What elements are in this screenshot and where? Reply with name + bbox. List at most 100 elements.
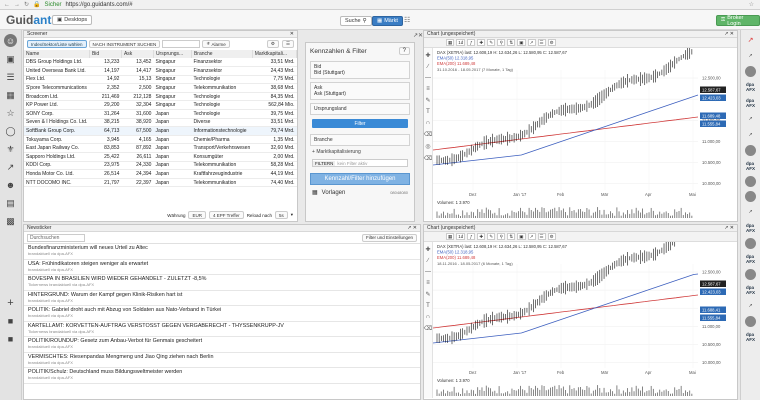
share-icon[interactable]: ↗ xyxy=(527,39,536,46)
star-icon[interactable]: ☆ xyxy=(5,107,17,119)
avatar[interactable] xyxy=(745,269,756,280)
filter-marketcap-row[interactable]: + Marktkapitalisierung xyxy=(312,149,408,155)
bell-icon[interactable]: ⚜ xyxy=(5,143,17,155)
window-controls-icon[interactable]: ↗ ✕ xyxy=(724,31,734,37)
avatar[interactable] xyxy=(745,191,756,202)
draw-icon[interactable]: ✎ xyxy=(487,233,496,240)
horizontal-line-icon[interactable]: — xyxy=(425,269,431,275)
horizontal-line-icon[interactable]: — xyxy=(425,75,431,81)
settings-gear-icon[interactable]: ⚙ xyxy=(547,39,556,46)
news-item[interactable]: POLITIK: Gabriel droht auch mit Abzug vo… xyxy=(24,306,420,322)
table-row[interactable]: KP Power Ltd. 29,200 32,304 Singapur Technol… xyxy=(24,100,297,111)
compare-icon[interactable]: ⇅ xyxy=(507,39,516,46)
reload-select[interactable]: 5s xyxy=(274,211,288,219)
instrument-search-input[interactable] xyxy=(162,40,201,48)
briefcase-icon[interactable]: ▩ xyxy=(5,215,17,227)
zoom-icon[interactable]: ⚲ xyxy=(497,233,506,240)
dpa-afx-logo[interactable]: dpa AFX xyxy=(744,81,758,93)
people-icon[interactable]: ☻ xyxy=(5,179,17,191)
add-icon[interactable]: + xyxy=(5,297,17,309)
share-icon[interactable]: ↗ xyxy=(527,233,536,240)
text-icon[interactable]: T xyxy=(426,303,430,309)
avatar[interactable] xyxy=(745,66,756,77)
lock-icon[interactable]: ◎ xyxy=(425,143,430,150)
markt-button[interactable]: ▦ Märkt xyxy=(372,16,403,26)
news-item[interactable]: VERMISCHTES: Riesenpandas Mengmeng und J… xyxy=(24,353,420,368)
list-icon[interactable]: ☰ xyxy=(5,71,17,83)
filter-select[interactable]: FILTERN kein Filter aktiv xyxy=(312,159,408,167)
chart-bottom-plot[interactable]: DAX (XETRA) last: 12.608,19 H: 12.634,26… xyxy=(433,242,737,398)
document-icon[interactable]: ▤ xyxy=(5,197,17,209)
calendar-icon[interactable]: ▦ xyxy=(5,89,17,101)
news-item[interactable]: POLITIK/Schulz: Deutschland muss Bildung… xyxy=(24,368,420,384)
layout-icon[interactable]: ☰ xyxy=(537,39,546,46)
globe-icon[interactable]: ◯ xyxy=(5,125,17,137)
back-arrow-icon[interactable]: ← xyxy=(4,2,10,8)
compare-icon[interactable]: ⇅ xyxy=(507,233,516,240)
filter-settings-button[interactable]: Filter und Einstellungen xyxy=(361,233,417,242)
crosshair-icon[interactable]: ✚ xyxy=(477,39,486,46)
fib-icon[interactable]: ≡ xyxy=(426,280,430,286)
table-row[interactable]: Broadcom Ltd. 211,469 212,128 Singapur Techn… xyxy=(24,92,297,102)
pencil-icon[interactable]: ✎ xyxy=(425,97,430,104)
url-bar[interactable]: https://go.guidants.com/# xyxy=(66,2,133,8)
templates-row[interactable]: ▦ Vorlagen 08048080 xyxy=(312,189,408,197)
table-row[interactable]: Tokuyama Corp. 3,945 4,165 Japan Chemie/Phar… xyxy=(24,135,297,145)
window-controls-icon[interactable]: ↗ ✕ xyxy=(407,225,417,231)
table-row[interactable]: Honda Motor Co. Ltd. 26,514 24,394 Japan Kra… xyxy=(24,169,297,179)
filter-field-bid[interactable]: Bid Bid (Stuttgart) xyxy=(310,61,410,79)
chart-type-icon[interactable]: ▦ xyxy=(446,39,455,46)
dpa-afx-logo[interactable]: dpa AFX xyxy=(744,222,758,234)
eraser-icon[interactable]: ⌫ xyxy=(424,325,432,332)
col-header-country[interactable]: Ursprungs... xyxy=(153,50,192,58)
news-search-input[interactable]: Durchsuchen xyxy=(27,233,85,242)
alarm-button[interactable]: ⚜ Alarme xyxy=(202,40,230,48)
dpa-afx-logo[interactable]: dpa AFX xyxy=(744,253,758,265)
col-header-bid[interactable]: Bid xyxy=(89,50,122,58)
draw-icon[interactable]: ✎ xyxy=(487,39,496,46)
table-row[interactable]: KDDI Corp. 23,975 24,330 Japan Telekommunika… xyxy=(24,161,297,171)
news-item[interactable]: POLITIK/ROUNDUP: Gesetz zum Anbau-Verbot… xyxy=(24,337,420,353)
search-button[interactable]: Suche ⚲ xyxy=(340,16,372,26)
news-item[interactable]: USA: Frühindikatoren steigen weniger als… xyxy=(24,260,420,275)
pencil-icon[interactable]: ✎ xyxy=(425,291,430,298)
filter-field-ask[interactable]: Ask Ask (Stuttgart) xyxy=(310,82,410,100)
news-item[interactable]: BOVESPA IN BRASILIEN WIRD WIEDER GEHANDE… xyxy=(24,275,420,291)
col-header-ask[interactable]: Ask xyxy=(121,50,154,58)
magnet-icon[interactable]: ∩ xyxy=(426,120,430,126)
table-row[interactable]: NTT DOCOMO INC. 21,797 22,397 Japan Telekomm… xyxy=(24,178,297,188)
close-icon[interactable]: ✕ xyxy=(290,31,294,37)
col-header-sector[interactable]: Branche xyxy=(191,50,253,58)
table-row[interactable]: East Japan Railway Co. 83,853 87,892 Japan T… xyxy=(24,143,297,154)
bookmark-star-icon[interactable]: ☆ xyxy=(749,1,754,8)
chart-top-plot[interactable]: DAX (XETRA) last: 12.608,19 H: 12.634,26… xyxy=(433,48,737,220)
layout-icon[interactable]: ☰ xyxy=(537,233,546,240)
user-avatar-icon[interactable]: ☺ xyxy=(4,34,17,47)
forward-arrow-icon[interactable]: → xyxy=(14,2,20,8)
dpa-afx-logo[interactable]: dpa AFX xyxy=(744,284,758,296)
chart-thumb-icon[interactable]: ↗ xyxy=(744,50,758,62)
chart-line-icon[interactable]: ↗ xyxy=(5,161,17,173)
tab-instrument-search[interactable]: NACH INSTRUMENT SUCHEN xyxy=(88,40,161,48)
indicator-icon[interactable]: ƒ xyxy=(467,233,476,240)
table-row[interactable]: SoftBank Group Corp. 64,713 67,500 Japan Inf… xyxy=(24,126,297,136)
news-item[interactable]: KARTELLAMT: KORVETTEN-AUFTRAG VERSTÖSST … xyxy=(24,322,420,337)
period-1d-button[interactable]: 1d xyxy=(456,233,466,240)
filter-panel-arrows[interactable]: ↗✕ xyxy=(413,32,423,39)
broker-login-button[interactable]: ⚿ Broker Login xyxy=(716,15,760,27)
col-header-marketcap[interactable]: Marktkapitali... xyxy=(252,50,298,58)
eraser-icon[interactable]: ⌫ xyxy=(424,131,432,138)
col-header-name[interactable]: Name xyxy=(24,50,90,58)
indicator-icon[interactable]: ƒ xyxy=(467,39,476,46)
grid-menu-icon[interactable]: ☷ xyxy=(404,16,410,24)
chevron-down-icon[interactable]: ▾ xyxy=(291,212,293,218)
chart-thumb-icon[interactable]: ↗ xyxy=(744,129,758,141)
settings-gear-icon[interactable]: ⚙ xyxy=(266,40,279,48)
news-item[interactable]: Bundesfinanzministerium will neues Urtei… xyxy=(24,244,420,260)
crosshair-icon[interactable]: ✚ xyxy=(477,233,486,240)
chart-type-icon[interactable]: ▦ xyxy=(446,233,455,240)
eps-hits-button[interactable]: 4 EPF Treffer xyxy=(209,211,244,219)
cursor-icon[interactable]: ✚ xyxy=(425,52,430,59)
folder-icon[interactable]: ■ xyxy=(5,315,17,327)
trash-icon[interactable]: ⌫ xyxy=(424,155,432,162)
